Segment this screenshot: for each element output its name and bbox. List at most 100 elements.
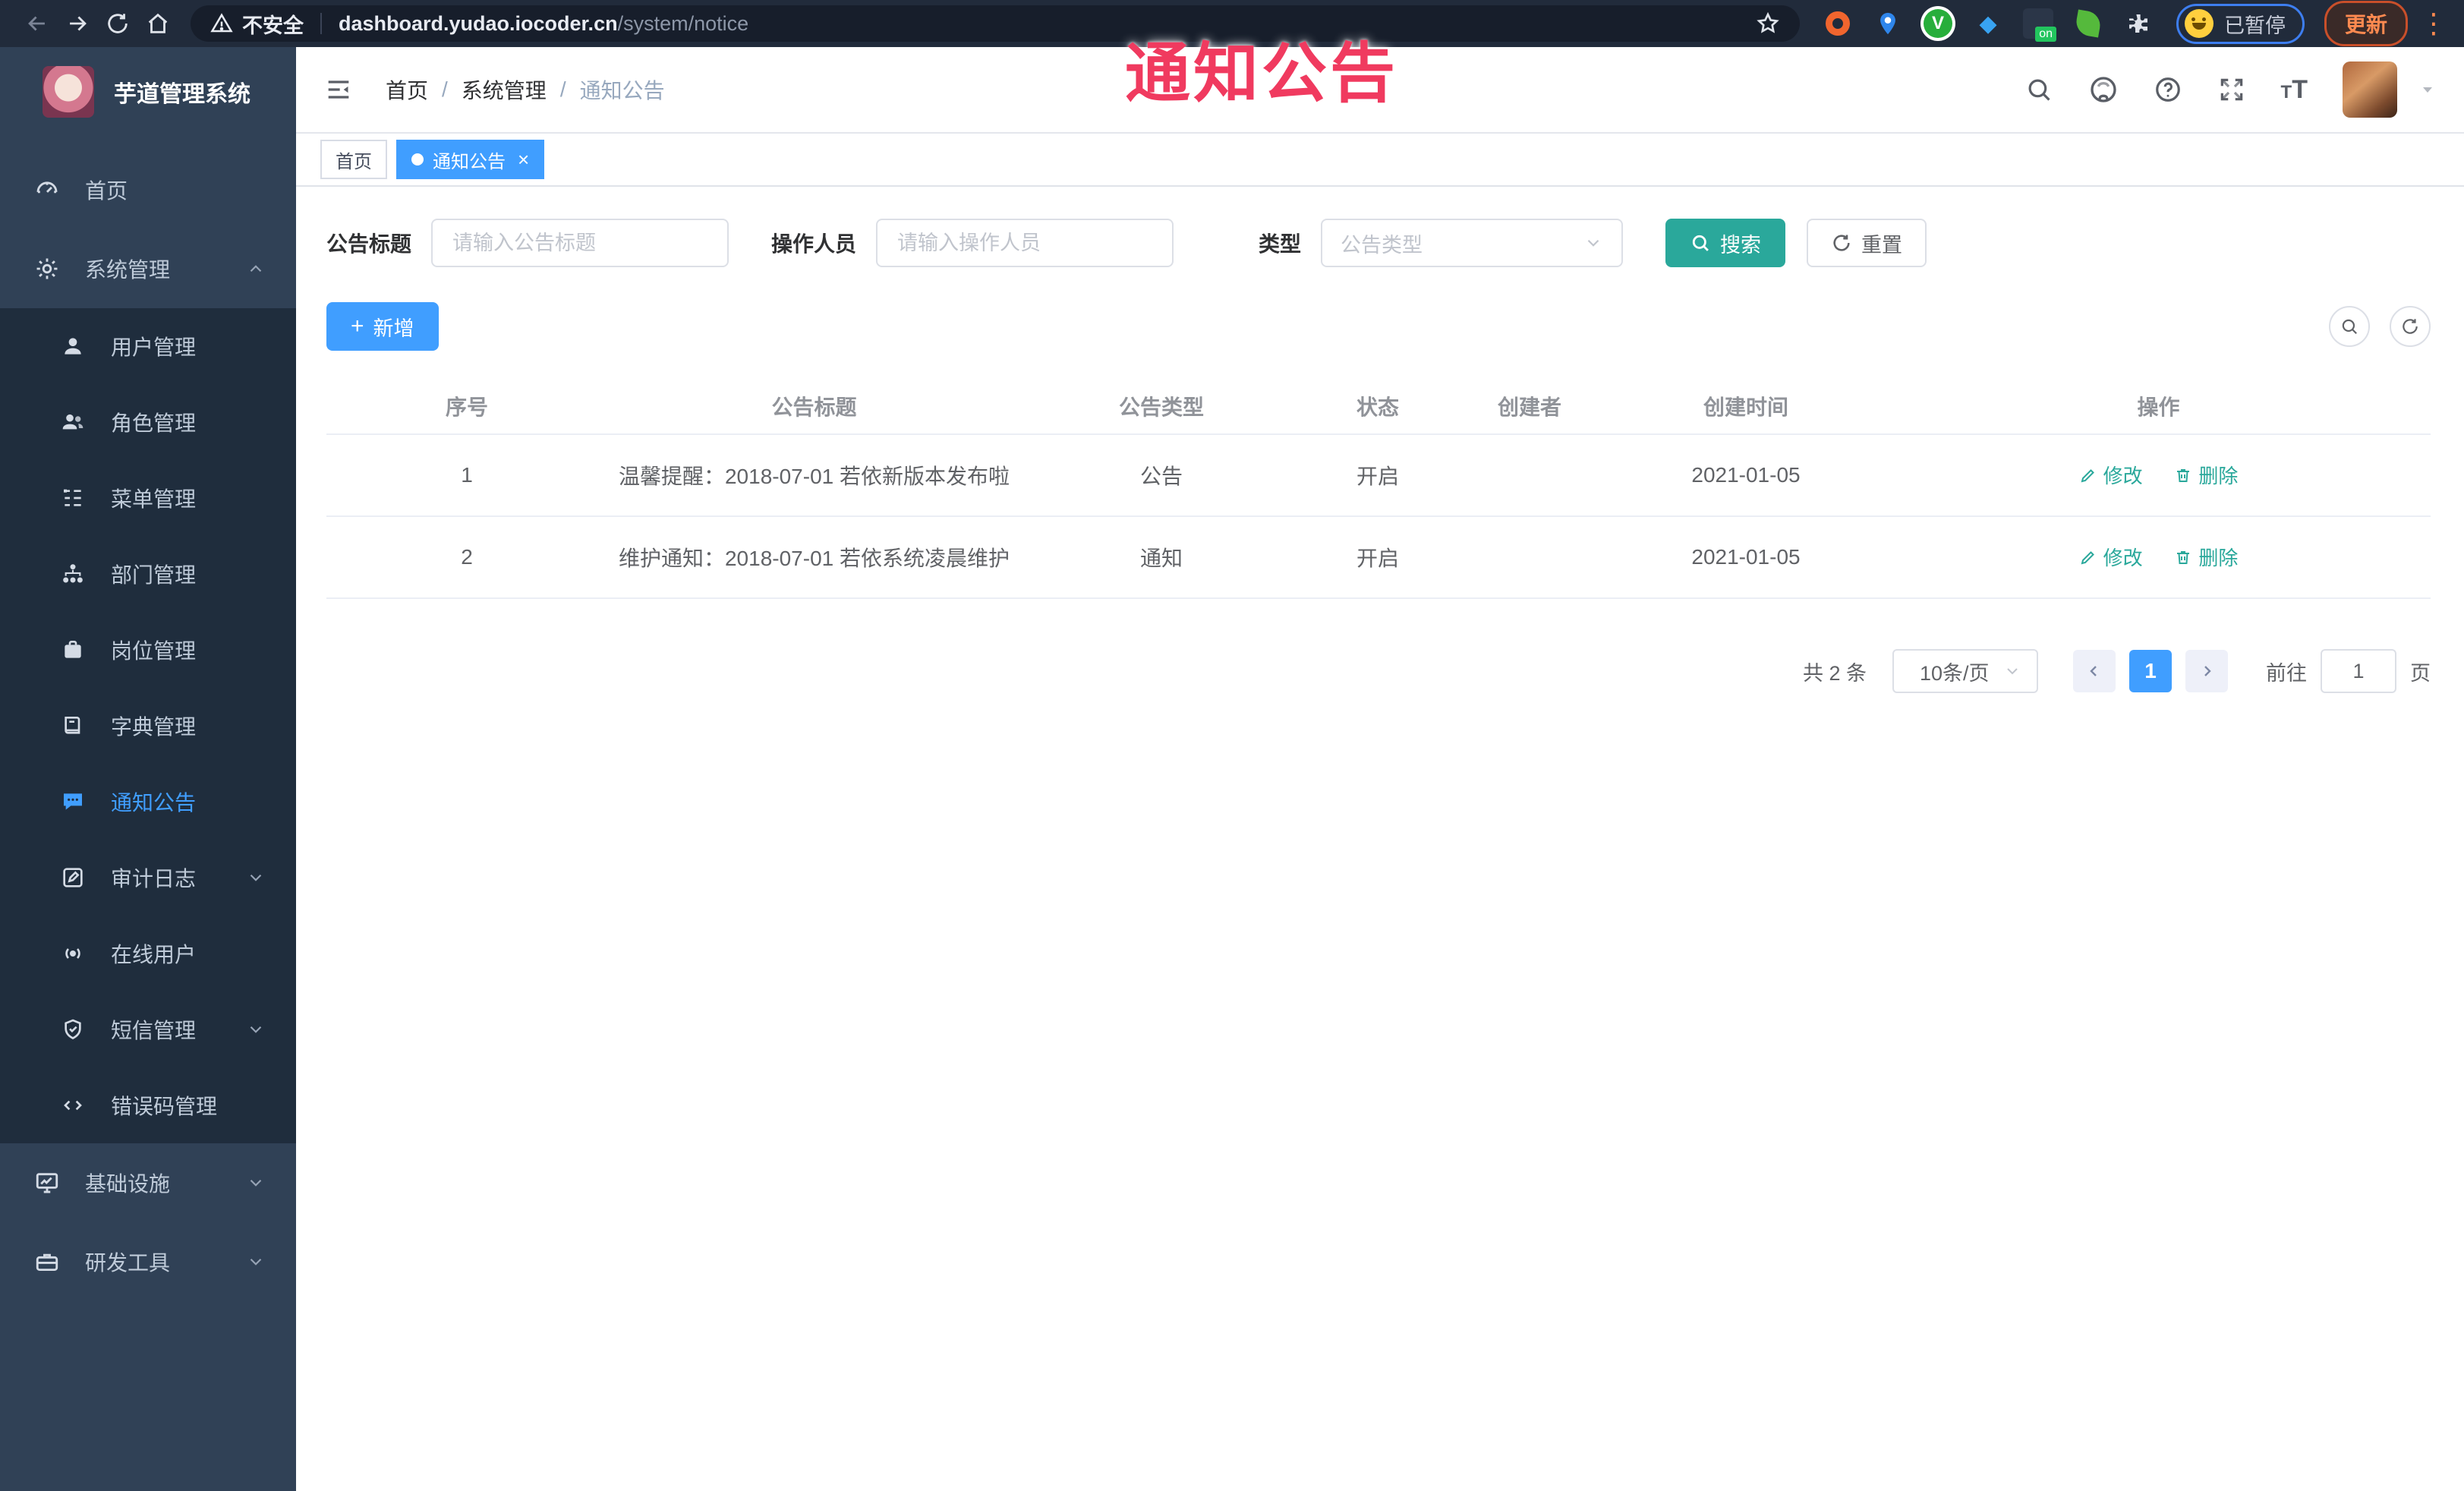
- edit-label: 修改: [2103, 465, 2143, 488]
- delete-link[interactable]: 删除: [2174, 461, 2238, 489]
- header-search-icon[interactable]: [2024, 75, 2053, 104]
- paused-label: 已暂停: [2224, 14, 2286, 37]
- trash-icon: [2177, 550, 2190, 564]
- sidebar-item-devtools[interactable]: 研发工具: [0, 1222, 296, 1301]
- sidebar-item-system[interactable]: 系统管理: [0, 229, 296, 308]
- cell-no: 1: [326, 434, 607, 517]
- extensions-puzzle-icon[interactable]: [2123, 8, 2154, 39]
- edit-link[interactable]: 修改: [2079, 461, 2143, 489]
- profile-paused-pill[interactable]: 已暂停: [2176, 3, 2305, 44]
- tag-close-icon[interactable]: ×: [518, 150, 529, 169]
- address-bar[interactable]: 不安全 dashboard.yudao.iocoder.cn/system/no…: [191, 5, 1800, 42]
- home-icon[interactable]: [138, 3, 178, 44]
- toolbox-icon: [30, 1249, 64, 1275]
- org-tree-icon: [56, 562, 90, 586]
- collapse-sidebar-icon[interactable]: [323, 74, 354, 105]
- breadcrumb-system[interactable]: 系统管理: [462, 74, 547, 105]
- sidebar-item-errcode-mgmt[interactable]: 错误码管理: [0, 1067, 296, 1143]
- extension-leaf-icon[interactable]: [2073, 8, 2103, 39]
- trash-icon: [2177, 468, 2190, 482]
- help-icon[interactable]: [2154, 75, 2182, 104]
- refresh-table-button[interactable]: [2390, 306, 2431, 347]
- breadcrumb-separator: /: [559, 77, 566, 101]
- bookmark-star-icon[interactable]: [1756, 11, 1780, 36]
- tag-home[interactable]: 首页: [320, 140, 387, 179]
- search-button-label: 搜索: [1720, 233, 1762, 257]
- font-size-icon[interactable]: TT: [2281, 75, 2308, 105]
- browser-menu-icon[interactable]: ⋮: [2420, 8, 2447, 39]
- fullscreen-icon[interactable]: [2217, 75, 2246, 104]
- add-button[interactable]: + 新增: [326, 302, 439, 351]
- sidebar-item-label: 错误码管理: [111, 1095, 218, 1118]
- app-logo-image: [43, 66, 94, 118]
- next-page-button[interactable]: [2185, 650, 2228, 692]
- sidebar-logo[interactable]: 芋道管理系统: [0, 47, 296, 137]
- sidebar-item-label: 岗位管理: [111, 639, 197, 663]
- table-row[interactable]: 1 温馨提醒：2018-07-01 若依新版本发布啦 公告 开启 2021-01…: [326, 434, 2431, 517]
- sidebar-item-online-users[interactable]: 在线用户: [0, 916, 296, 991]
- gear-icon: [30, 256, 64, 282]
- sidebar-item-label: 首页: [85, 179, 128, 203]
- table-row[interactable]: 2 维护通知：2018-07-01 若依系统凌晨维护 通知 开启 2021-01…: [326, 516, 2431, 599]
- goto-page-input[interactable]: [2321, 649, 2396, 693]
- edit-link[interactable]: 修改: [2079, 543, 2143, 571]
- sidebar-item-dept-mgmt[interactable]: 部门管理: [0, 536, 296, 612]
- sidebar-item-label: 用户管理: [111, 336, 197, 359]
- extension-on-icon[interactable]: on: [2023, 8, 2056, 42]
- tag-label: 通知公告: [433, 151, 506, 172]
- sidebar-item-label: 在线用户: [111, 943, 197, 966]
- sidebar-item-user-mgmt[interactable]: 用户管理: [0, 308, 296, 384]
- col-no: 序号: [326, 378, 607, 435]
- sidebar-item-dict-mgmt[interactable]: 字典管理: [0, 688, 296, 764]
- tag-notice-active[interactable]: 通知公告 ×: [396, 140, 545, 179]
- reset-button-label: 重置: [1861, 233, 1903, 257]
- sidebar-item-notice[interactable]: 通知公告: [0, 764, 296, 840]
- title-filter-input[interactable]: [431, 219, 729, 267]
- sidebar-item-home[interactable]: 首页: [0, 150, 296, 229]
- page-unit-label: 页: [2410, 661, 2431, 685]
- divider: [320, 13, 322, 34]
- extension-pin-icon[interactable]: [1873, 8, 1903, 39]
- delete-link[interactable]: 删除: [2174, 543, 2238, 571]
- prev-page-button[interactable]: [2073, 650, 2116, 692]
- avatar-caret-icon[interactable]: [2418, 80, 2437, 99]
- page-number-button[interactable]: 1: [2129, 650, 2172, 692]
- user-avatar[interactable]: [2343, 61, 2397, 118]
- toggle-search-button[interactable]: [2329, 306, 2370, 347]
- extension-ring-icon[interactable]: [1823, 8, 1853, 39]
- plus-icon: +: [351, 314, 364, 339]
- breadcrumb-home[interactable]: 首页: [386, 74, 428, 105]
- chevron-right-icon: [2204, 666, 2211, 676]
- edit-label: 修改: [2103, 547, 2143, 570]
- sidebar-item-role-mgmt[interactable]: 角色管理: [0, 384, 296, 460]
- sidebar-item-menu-mgmt[interactable]: 菜单管理: [0, 460, 296, 536]
- sidebar-item-label: 系统管理: [85, 258, 171, 282]
- browser-update-button[interactable]: 更新: [2324, 1, 2409, 46]
- sidebar-item-label: 角色管理: [111, 411, 197, 435]
- operator-filter-input[interactable]: [876, 219, 1174, 267]
- delete-label: 删除: [2198, 465, 2239, 488]
- table-header-row: 序号 公告标题 公告类型 状态 创建者 创建时间 操作: [326, 378, 2431, 435]
- forward-icon[interactable]: [57, 3, 97, 44]
- sidebar-item-sms-mgmt[interactable]: 短信管理: [0, 991, 296, 1067]
- reload-icon[interactable]: [98, 3, 138, 44]
- url-path: /system/notice: [617, 11, 749, 35]
- reset-button[interactable]: 重置: [1807, 219, 1927, 267]
- github-icon[interactable]: [2088, 74, 2119, 105]
- not-secure-warning[interactable]: 不安全: [210, 9, 304, 39]
- type-select[interactable]: 公告类型: [1321, 219, 1624, 267]
- back-icon[interactable]: [17, 3, 57, 44]
- sidebar-item-post-mgmt[interactable]: 岗位管理: [0, 612, 296, 688]
- breadcrumb-current: 通知公告: [579, 79, 665, 102]
- page-size-select[interactable]: 10条/页: [1892, 649, 2038, 693]
- cell-type: 通知: [1021, 516, 1302, 599]
- extension-v-icon[interactable]: V: [1923, 8, 1953, 39]
- goto-label: 前往: [2266, 661, 2307, 685]
- extension-gem-icon[interactable]: ◆: [1973, 8, 2003, 39]
- search-button[interactable]: 搜索: [1665, 219, 1786, 267]
- notice-table: 序号 公告标题 公告类型 状态 创建者 创建时间 操作 1 温馨提醒：2018-…: [326, 378, 2431, 599]
- sidebar-item-audit-log[interactable]: 审计日志: [0, 840, 296, 916]
- cell-no: 2: [326, 516, 607, 599]
- add-button-label: 新增: [373, 317, 414, 340]
- sidebar-item-infra[interactable]: 基础设施: [0, 1143, 296, 1222]
